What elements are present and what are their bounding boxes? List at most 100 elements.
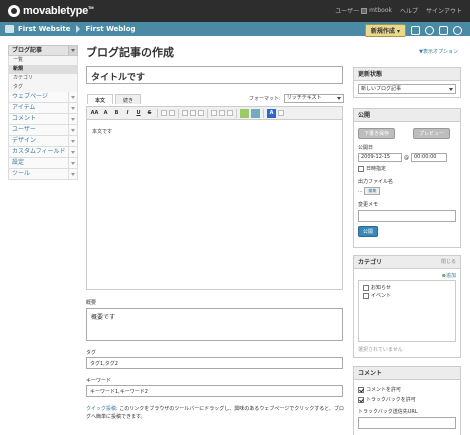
body-editor[interactable]: 本文です xyxy=(86,120,343,290)
font-color-icon[interactable]: A xyxy=(101,109,110,118)
chevron-down-icon xyxy=(68,46,77,55)
search-icon[interactable] xyxy=(453,26,462,35)
user-prefix: ユーザー xyxy=(335,8,360,15)
keywords-input[interactable]: キーワード1,キーワード2 xyxy=(86,385,343,397)
category-none-selected: 選択されていません xyxy=(358,347,403,353)
status-select[interactable]: 新しいブログ記事 xyxy=(358,84,456,94)
sidebar-item-tools[interactable]: ツール xyxy=(8,169,78,180)
at-sign: @ xyxy=(404,154,409,161)
publish-button[interactable]: 公開 xyxy=(358,226,379,237)
schedule-label: 日時指定 xyxy=(366,166,387,172)
category-add-link[interactable]: ⊕追加 xyxy=(358,272,456,279)
edit-filename-button[interactable]: 編集 xyxy=(364,187,381,195)
allow-trackbacks-checkbox[interactable] xyxy=(358,396,364,403)
allow-comments-option[interactable]: コメントを許可 xyxy=(358,386,456,393)
sidebar-item-settings[interactable]: 設定 xyxy=(8,158,78,169)
sidebar-item-assets[interactable]: アイテム xyxy=(8,103,78,114)
chevron-down-icon xyxy=(68,114,77,124)
format-control: フォーマット: リッチテキスト xyxy=(249,94,344,103)
bulleted-list-icon[interactable] xyxy=(190,110,196,116)
sidebar-item-custom-fields[interactable]: カスタムフィールド xyxy=(8,147,78,158)
chevron-down-icon xyxy=(68,136,77,146)
logo-mark-icon xyxy=(8,5,20,17)
category-item[interactable]: お知らせ xyxy=(363,284,451,291)
schedule-option[interactable]: 日時指定 xyxy=(358,165,456,172)
insert-file-icon[interactable] xyxy=(251,108,260,118)
publish-date-label: 公開日 xyxy=(358,145,374,151)
chevron-down-icon xyxy=(68,147,77,157)
change-memo-input[interactable] xyxy=(358,210,456,222)
publish-date-input[interactable]: 2009-12-15 xyxy=(358,153,402,162)
nav-website-link[interactable]: First Website xyxy=(18,25,70,33)
font-size-icon[interactable]: AA xyxy=(90,109,99,118)
align-left-icon[interactable] xyxy=(211,110,217,116)
publish-time-input[interactable]: 00:00:00 xyxy=(411,153,447,162)
chevron-down-icon xyxy=(68,158,77,168)
signout-link[interactable]: サインアウト xyxy=(426,6,462,15)
sidebar-sub-category[interactable]: カテゴリ xyxy=(9,74,77,83)
sidebar-item-webpages[interactable]: ウェブページ xyxy=(8,92,78,103)
page-title: ブログ記事の作成 xyxy=(86,46,174,59)
tab-body[interactable]: 本文 xyxy=(87,94,114,104)
link-icon[interactable] xyxy=(161,110,167,116)
entry-title-input[interactable]: タイトルです xyxy=(86,66,343,84)
wysiwyg-toggle-icon[interactable]: A xyxy=(267,108,276,118)
category-list: お知らせ イベント xyxy=(358,280,456,342)
sidebar-head-entries[interactable]: ブログ記事 xyxy=(8,45,78,56)
dashboard-icon[interactable] xyxy=(411,26,420,35)
format-select[interactable]: リッチテキスト xyxy=(283,94,344,103)
user-avatar-icon xyxy=(361,7,368,14)
editor-toolbar: AA A B I U S A xyxy=(86,106,343,120)
allow-trackbacks-option[interactable]: トラックバックを許可 xyxy=(358,396,456,403)
email-link-icon[interactable] xyxy=(169,110,175,116)
nav-blog-link[interactable]: First Weblog xyxy=(85,25,135,33)
publish-button-row: 下書き保存 プレビュー xyxy=(358,128,456,139)
html-mode-icon[interactable] xyxy=(278,110,284,116)
toolbar-divider xyxy=(236,108,237,118)
blog-navbar: First Website First Weblog 新規作成 ▾ xyxy=(0,22,470,37)
trackback-url-input[interactable] xyxy=(358,417,456,429)
numbered-list-icon[interactable] xyxy=(198,110,204,116)
align-right-icon[interactable] xyxy=(227,110,233,116)
refresh-icon[interactable] xyxy=(425,26,434,35)
preview-button[interactable]: プレビュー xyxy=(413,128,451,139)
view-site-icon[interactable] xyxy=(439,26,448,35)
sidebar-item-design[interactable]: デザイン xyxy=(8,136,78,147)
format-label: フォーマット: xyxy=(249,96,281,102)
help-link[interactable]: ヘルプ xyxy=(400,6,418,15)
user-info: ユーザー mtbook xyxy=(335,6,392,15)
display-options-link[interactable]: ▼表示オプション xyxy=(419,48,458,55)
sidebar-item-users[interactable]: ユーザー xyxy=(8,125,78,136)
user-name-link[interactable]: mtbook xyxy=(369,7,392,14)
toolbar-divider xyxy=(157,108,158,118)
change-memo-label: 変更メモ xyxy=(358,202,379,208)
sidebar-sub-list[interactable]: 一覧 xyxy=(9,56,77,65)
strikethrough-icon[interactable]: S xyxy=(145,109,154,118)
underline-icon[interactable]: U xyxy=(134,109,143,118)
italic-icon[interactable]: I xyxy=(123,109,132,118)
brand[interactable]: movabletypeTM xyxy=(8,4,94,18)
quickpost-link[interactable]: クイック投稿 xyxy=(86,406,116,412)
category-checkbox[interactable] xyxy=(363,292,369,299)
tab-more[interactable]: 続き xyxy=(115,94,142,104)
keywords-label: キーワード xyxy=(86,378,112,384)
indent-icon[interactable] xyxy=(182,110,188,116)
save-draft-button[interactable]: 下書き保存 xyxy=(358,128,396,139)
excerpt-textarea[interactable]: 概要です xyxy=(86,308,343,341)
category-widget-head: カテゴリ 閉じる xyxy=(354,256,460,269)
align-center-icon[interactable] xyxy=(219,110,225,116)
sidebar-item-comments[interactable]: コメント xyxy=(8,114,78,125)
category-item[interactable]: イベント xyxy=(363,292,451,299)
sidebar-sub-new[interactable]: 新規 xyxy=(9,65,77,74)
sidebar-menu: ブログ記事 一覧 新規 カテゴリ タグ ウェブページ アイテム コメント ユーザ… xyxy=(8,45,78,180)
new-create-button[interactable]: 新規作成 ▾ xyxy=(364,24,406,37)
allow-comments-checkbox[interactable] xyxy=(358,386,364,393)
logo-text: movabletypeTM xyxy=(23,5,94,17)
sidebar-sub-tags[interactable]: タグ xyxy=(9,83,77,92)
tags-input[interactable]: タグ1,タグ2 xyxy=(86,357,343,369)
category-checkbox[interactable] xyxy=(363,284,369,291)
insert-image-icon[interactable] xyxy=(240,108,249,118)
schedule-checkbox[interactable] xyxy=(358,165,364,172)
category-close-link[interactable]: 閉じる xyxy=(441,256,456,269)
bold-icon[interactable]: B xyxy=(112,109,121,118)
